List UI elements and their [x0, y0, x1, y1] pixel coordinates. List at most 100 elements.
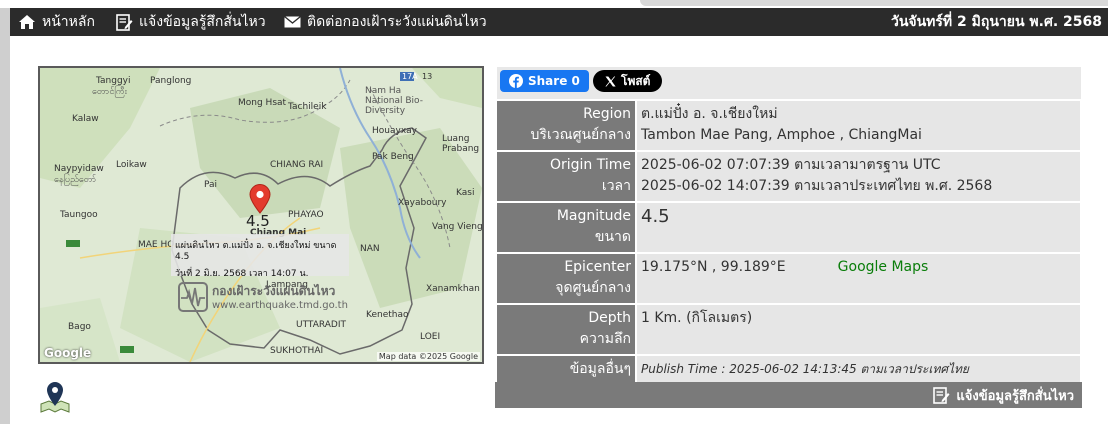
region-value-en: Tambon Mae Pang, Amphoe , ChiangMai [641, 127, 922, 143]
map-magnitude-label: 4.5 [246, 212, 270, 230]
epicenter-pin-icon[interactable] [249, 184, 271, 214]
magnitude-value: 4.5 [637, 203, 1080, 252]
origin-time-label: Origin Time เวลา [497, 152, 635, 201]
map-attribution[interactable]: Map data ©2025 Google [376, 352, 480, 361]
magnitude-label-en: Magnitude [556, 208, 631, 224]
depth-label-en: Depth [588, 310, 631, 326]
region-value: ต.แม่ปั๋ง อ. จ.เชียงใหม่ Tambon Mae Pang,… [637, 101, 1080, 150]
facebook-share-label: Share 0 [528, 74, 580, 88]
map-place: Tachileik [288, 102, 327, 112]
earthquake-map[interactable]: Tanggyi တောင်ကြီး Panglong Mong Hsat Tac… [38, 66, 484, 364]
depth-label: Depth ความลึก [497, 305, 635, 354]
nav-contact[interactable]: ติดต่อกองเฝ้าระวังแผ่นดินไหว [284, 8, 487, 36]
origin-time-local: 2025-06-02 14:07:39 ตามเวลาประเทศไทย พ.ศ… [641, 178, 993, 194]
nav-report-label: แจ้งข้อมูลรู้สึกสั่นไหว [139, 14, 266, 30]
info-row-epicenter: Epicenter จุดศูนย์กลาง 19.175°N , 99.189°… [497, 254, 1080, 303]
origin-label-en: Origin Time [549, 157, 631, 173]
seismograph-icon [178, 282, 208, 312]
map-place: Houayxay [372, 126, 417, 136]
share-bar: Share 0 โพสต์ [497, 67, 1081, 99]
map-info-line1: แผ่นดินไหว ต.แม่ปั๋ง อ. จ.เชียงใหม่ ขนาด… [175, 241, 337, 262]
earthquake-info-table: Region บริเวณศูนย์กลาง ต.แม่ปั๋ง อ. จ.เชี… [495, 99, 1082, 386]
depth-value: 1 Km. (กิโลเมตร) [637, 305, 1080, 354]
region-label: Region บริเวณศูนย์กลาง [497, 101, 635, 150]
map-place: Kenethao [366, 310, 409, 320]
epicenter-label: Epicenter จุดศูนย์กลาง [497, 254, 635, 303]
info-row-region: Region บริเวณศูนย์กลาง ต.แม่ปั๋ง อ. จ.เชี… [497, 101, 1080, 150]
other-info-value: Publish Time : 2025-06-02 14:13:45 ตามเว… [637, 356, 1080, 384]
map-place: Bago [68, 322, 91, 332]
map-place: Pai [204, 180, 218, 190]
map-location-icon[interactable] [38, 380, 72, 414]
info-row-origin-time: Origin Time เวลา 2025-06-02 07:07:39 ตามเ… [497, 152, 1080, 201]
map-place: PHAYAO [288, 210, 324, 220]
epicenter-label-en: Epicenter [564, 259, 631, 275]
map-info-window: แผ่นดินไหว ต.แม่ปั๋ง อ. จ.เชียงใหม่ ขนาด… [171, 234, 349, 279]
magnitude-label-th: ขนาด [594, 229, 631, 245]
map-place: NAN [360, 244, 380, 254]
epicenter-label-th: จุดศูนย์กลาง [555, 280, 631, 296]
map-place: Mong Hsat [238, 98, 287, 108]
google-maps-link[interactable]: Google Maps [838, 259, 929, 275]
facebook-icon [509, 74, 523, 88]
region-value-th: ต.แม่ปั๋ง อ. จ.เชียงใหม่ [641, 106, 778, 122]
map-place: Luang Prabang [442, 134, 480, 154]
tmd-watermark: กองเฝ้าระวังแผ่นดินไหว www.earthquake.tm… [176, 280, 348, 316]
map-place: တောင်ကြီး [92, 87, 127, 97]
map-place: Vang Vieng [432, 222, 483, 232]
browser-top-strip [0, 0, 1108, 8]
info-row-other: ข้อมูลอื่นๆ Publish Time : 2025-06-02 14… [497, 356, 1080, 384]
depth-label-th: ความลึก [579, 331, 631, 347]
footer-report-link[interactable]: แจ้งข้อมูลรู้สึกสั่นไหว [933, 382, 1074, 408]
nav-home[interactable]: หน้าหลัก [18, 8, 95, 36]
region-label-en: Region [583, 106, 631, 122]
origin-time-value: 2025-06-02 07:07:39 ตามเวลามาตรฐาน UTC 20… [637, 152, 1080, 201]
epicenter-value: 19.175°N , 99.189°E Google Maps [637, 254, 1080, 303]
map-route-shield: 13 [422, 72, 433, 81]
map-route-shield: 17A [402, 72, 418, 81]
map-place: Xayaboury [398, 198, 447, 208]
magnitude-number: 4.5 [641, 206, 670, 227]
map-place: Naypyidaw [54, 164, 104, 174]
origin-label-th: เวลา [601, 178, 631, 194]
map-place: Panglong [150, 76, 192, 86]
map-place: LOEI [420, 332, 441, 342]
top-nav-bar: หน้าหลัก แจ้งข้อมูลรู้สึกสั่นไหว ติดต่อก… [10, 8, 1108, 36]
origin-time-utc: 2025-06-02 07:07:39 ตามเวลามาตรฐาน UTC [641, 157, 941, 173]
nav-report-feeling[interactable]: แจ้งข้อมูลรู้สึกสั่นไหว [116, 8, 266, 36]
home-icon [19, 15, 35, 29]
report-footer-bar: แจ้งข้อมูลรู้สึกสั่นไหว [495, 382, 1082, 408]
map-place: CHIANG RAI [270, 160, 324, 170]
envelope-icon [284, 16, 301, 28]
publish-time: Publish Time : 2025-06-02 14:13:45 ตามเว… [641, 362, 969, 376]
info-row-magnitude: Magnitude ขนาด 4.5 [497, 203, 1080, 252]
map-place: UTTARADIT [296, 320, 347, 330]
map-place: MAE HO [138, 240, 175, 250]
main-content: Tanggyi တောင်ကြီး Panglong Mong Hsat Tac… [10, 36, 1108, 424]
x-post-button[interactable]: โพสต์ [593, 70, 663, 92]
browser-tab-area [640, 0, 1108, 6]
nav-contact-label: ติดต่อกองเฝ้าระวังแผ่นดินไหว [307, 14, 487, 30]
current-date: วันจันทร์ที่ 2 มิถุนายน พ.ศ. 2568 [890, 14, 1102, 30]
map-place: Tanggyi [96, 76, 131, 86]
map-place: Taungoo [60, 210, 98, 220]
x-logo-icon [605, 76, 616, 86]
map-info-line2: วันที่ 2 มิ.ย. 2568 เวลา 14:07 น. [175, 269, 309, 279]
map-place: SUKHOTHAI [270, 346, 324, 356]
map-place: Kalaw [72, 114, 99, 124]
other-info-label: ข้อมูลอื่นๆ [497, 356, 635, 384]
info-row-depth: Depth ความลึก 1 Km. (กิโลเมตร) [497, 305, 1080, 354]
map-place: နေပြည်တော် [54, 175, 97, 185]
google-logo: Google [44, 346, 92, 360]
facebook-share-button[interactable]: Share 0 [500, 70, 589, 92]
watermark-title: กองเฝ้าระวังแผ่นดินไหว [212, 284, 336, 298]
edit-form-icon [116, 13, 133, 31]
footer-report-label: แจ้งข้อมูลรู้สึกสั่นไหว [956, 388, 1074, 404]
nav-home-label: หน้าหลัก [42, 14, 95, 30]
map-place: Kasi [456, 188, 475, 198]
epicenter-coordinates: 19.175°N , 99.189°E [641, 259, 786, 275]
x-post-label: โพสต์ [621, 73, 651, 88]
map-place: Loikaw [116, 160, 147, 170]
edit-form-icon [933, 386, 950, 404]
region-label-th: บริเวณศูนย์กลาง [530, 127, 631, 143]
